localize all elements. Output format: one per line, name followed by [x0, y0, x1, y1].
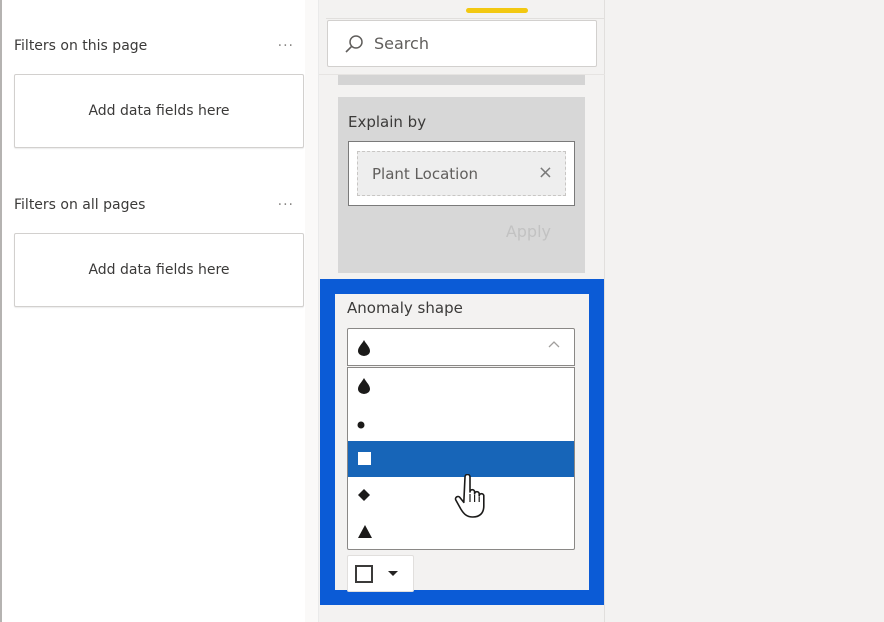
remove-field-icon[interactable]: ×	[538, 162, 553, 183]
drop-well-placeholder: Add data fields here	[88, 103, 230, 119]
shape-option-drop[interactable]	[348, 368, 574, 404]
apply-button[interactable]: Apply	[500, 221, 557, 242]
triangle-icon	[358, 525, 372, 538]
report-canvas[interactable]	[605, 0, 884, 622]
tab-strip-divider	[326, 18, 604, 19]
anomaly-shape-dropdown[interactable]	[347, 328, 575, 366]
chevron-up-icon	[548, 341, 560, 348]
color-swatch	[355, 565, 373, 583]
anomaly-color-picker[interactable]	[347, 555, 414, 592]
search-input[interactable]	[372, 33, 596, 54]
active-tab-indicator	[466, 8, 528, 13]
drop-icon	[358, 378, 370, 394]
drop-icon	[358, 340, 370, 356]
more-options-icon[interactable]: ...	[278, 193, 294, 209]
shape-option-square[interactable]	[348, 441, 574, 477]
anomaly-shape-label: Anomaly shape	[347, 299, 463, 317]
section-title: Filters on this page	[14, 38, 148, 54]
pane-divider	[305, 0, 319, 622]
square-icon	[358, 452, 371, 465]
search-box[interactable]	[327, 20, 597, 67]
diamond-icon	[358, 489, 370, 501]
shape-option-circle[interactable]	[348, 405, 574, 441]
filters-on-all-pages-header: Filters on all pages ...	[14, 193, 304, 217]
all-pages-filters-drop-well[interactable]: Add data fields here	[14, 233, 304, 307]
explain-by-card: Explain by Plant Location × Apply	[338, 97, 585, 273]
caret-down-icon	[388, 571, 398, 576]
field-name: Plant Location	[372, 164, 479, 183]
explain-by-field-well[interactable]: Plant Location ×	[348, 141, 575, 206]
collapsed-card-edge	[338, 75, 585, 85]
page-filters-drop-well[interactable]: Add data fields here	[14, 74, 304, 148]
field-pill-plant-location[interactable]: Plant Location ×	[357, 151, 566, 196]
search-icon	[345, 34, 363, 53]
filters-on-this-page-header: Filters on this page ...	[14, 34, 304, 58]
hand-pointer-cursor-icon	[454, 474, 485, 518]
more-options-icon[interactable]: ...	[278, 34, 294, 50]
circle-icon	[357, 421, 365, 429]
anomaly-shape-options	[347, 367, 575, 550]
drop-well-placeholder: Add data fields here	[88, 262, 230, 278]
section-title: Filters on all pages	[14, 197, 146, 213]
explain-by-label: Explain by	[348, 113, 427, 131]
